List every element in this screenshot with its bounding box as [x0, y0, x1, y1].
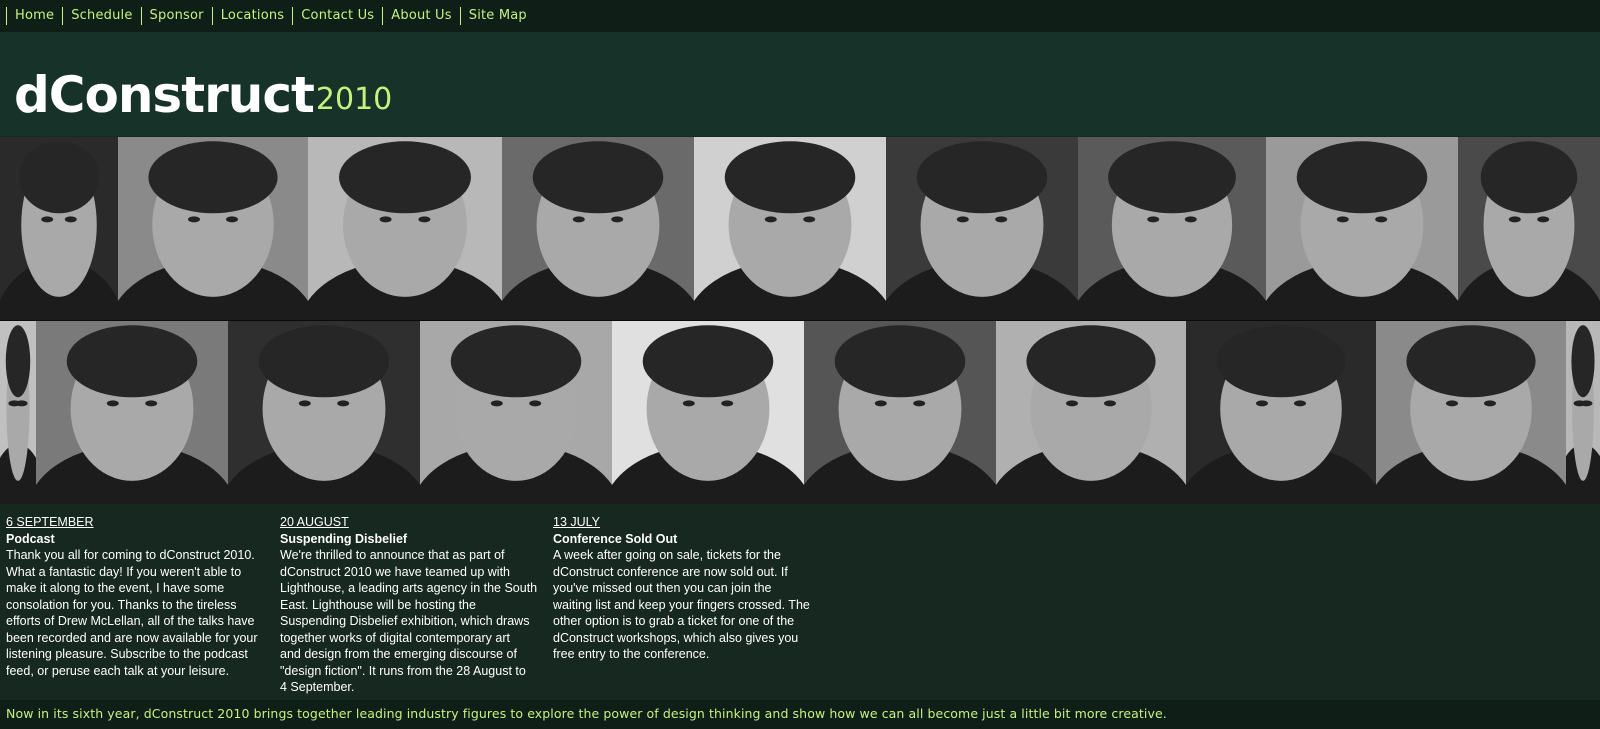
news-body-line: 4 September.: [280, 680, 355, 694]
news-body-line: A week after going on sale, tickets for …: [553, 548, 781, 562]
news-body-line: other option is to grab a ticket for one…: [553, 614, 795, 628]
news-body: Thank you all for coming to dConstruct 2…: [6, 547, 266, 679]
speaker-portrait-photo: [1566, 321, 1600, 504]
portrait-image: [1266, 137, 1458, 320]
news-body-line: Thank you all for coming to dConstruct 2…: [6, 548, 255, 562]
portrait-image: [228, 321, 420, 504]
speaker-portrait-photo: [996, 321, 1186, 504]
news-body-line: Suspending Disbelief exhibition, which d…: [280, 614, 530, 628]
news-body-line: We're thrilled to announce that as part …: [280, 548, 505, 562]
news-date-link[interactable]: 13 JULY: [553, 514, 823, 531]
news-date-link[interactable]: 20 AUGUST: [280, 514, 540, 531]
speaker-portrait-photo: [1266, 137, 1458, 320]
portrait-image: [1376, 321, 1566, 504]
top-navigation: Home Schedule Sponsor Locations Contact …: [0, 0, 1600, 32]
news-body-line: What a fantastic day! If you weren't abl…: [6, 564, 242, 579]
news-body-line: dConstruct workshops, which also gives y…: [553, 630, 799, 645]
speaker-portrait-photo: [886, 137, 1078, 320]
portrait-image: [694, 137, 886, 320]
news-item: 13 JULY Conference Sold Out A week after…: [553, 514, 823, 663]
news-body-line: and design from the emerging discourse o…: [280, 647, 517, 661]
speaker-portrait-photo: [228, 321, 420, 504]
news-body-line: free entry to the conference.: [553, 647, 710, 661]
portrait-image: [1078, 137, 1266, 320]
news-body-line: feed, or peruse each talk at your leisur…: [6, 663, 230, 678]
nav-locations-link[interactable]: Locations: [211, 7, 293, 25]
speaker-portrait-photo: [1078, 137, 1266, 320]
nav-about-us-link[interactable]: About Us: [382, 7, 459, 25]
news-date-link[interactable]: 6 SEPTEMBER: [6, 514, 266, 531]
news-body-line: efforts of Drew McLellan, all of the tal…: [6, 614, 255, 628]
speaker-portrait-photo: [1186, 321, 1376, 504]
speaker-portrait-photo: [1376, 321, 1566, 504]
portrait-image: [1566, 321, 1600, 504]
portrait-image: [612, 321, 804, 504]
speaker-portrait-photo: [502, 137, 694, 320]
speaker-portrait-photo: [118, 137, 308, 320]
site-logo[interactable]: dConstruct 2010: [14, 60, 392, 120]
speaker-portrait-photo: [36, 321, 228, 504]
portrait-image: [36, 321, 228, 504]
news-body-line: together works of digital contemporary a…: [280, 630, 510, 645]
news-body-line: you've missed out then you can join the: [553, 581, 772, 595]
nav-site-map-link[interactable]: Site Map: [459, 7, 535, 25]
speaker-portrait-photo: [1458, 137, 1600, 320]
speaker-photo-strip: [0, 137, 1600, 504]
news-body-line: dConstruct 2010 we have teamed up with: [280, 564, 510, 579]
logo-year: 2010: [315, 82, 393, 117]
news-body-line: East. Lighthouse will be hosting the: [280, 597, 476, 612]
news-body-line: dConstruct conference are now sold out. …: [553, 564, 788, 579]
news-body-line: make it along to the event, I have some: [6, 581, 225, 595]
news-body-line: been recorded and are now available for …: [6, 630, 258, 645]
footer-tagline: Now in its sixth year, dConstruct 2010 b…: [6, 706, 1167, 721]
portrait-image: [1186, 321, 1376, 504]
nav-contact-us-link[interactable]: Contact Us: [292, 7, 382, 25]
portrait-image: [886, 137, 1078, 320]
news-body-line: waiting list and keep your fingers cross…: [553, 597, 810, 612]
portrait-image: [1458, 137, 1600, 320]
news-title: Podcast: [6, 531, 55, 546]
portrait-image: [0, 137, 118, 320]
speaker-portrait-photo: [0, 321, 36, 504]
logo-wordmark: dConstruct: [14, 66, 315, 124]
speaker-portrait-photo: [694, 137, 886, 320]
speaker-portrait-photo: [0, 137, 118, 320]
news-item: 20 AUGUST Suspending Disbelief We're thr…: [280, 514, 540, 696]
speaker-portrait-photo: [804, 321, 996, 504]
portrait-image: [996, 321, 1186, 504]
news-body: A week after going on sale, tickets for …: [553, 547, 823, 663]
portrait-image: [118, 137, 308, 320]
site-footer: Now in its sixth year, dConstruct 2010 b…: [0, 700, 1600, 729]
news-body-line: listening pleasure. Subscribe to the pod…: [6, 647, 248, 661]
portrait-image: [308, 137, 502, 320]
site-header: dConstruct 2010: [0, 32, 1600, 136]
news-body: We're thrilled to announce that as part …: [280, 547, 540, 696]
news-item: 6 SEPTEMBER Podcast Thank you all for co…: [6, 514, 266, 679]
nav-schedule-link[interactable]: Schedule: [62, 7, 140, 25]
speaker-portrait-photo: [612, 321, 804, 504]
news-title: Conference Sold Out: [553, 531, 678, 546]
portrait-image: [0, 321, 36, 504]
news-title: Suspending Disbelief: [280, 531, 408, 546]
portrait-image: [502, 137, 694, 320]
portrait-image: [420, 321, 612, 504]
news-body-line: "design fiction". It runs from the 28 Au…: [280, 663, 526, 678]
news-body-line: consolation for you. Thanks to the tirel…: [6, 597, 237, 612]
news-body-line: Lighthouse, a leading arts agency in the…: [280, 581, 538, 595]
nav-home-link[interactable]: Home: [6, 7, 62, 25]
speaker-portrait-photo: [308, 137, 502, 320]
speaker-portrait-photo: [420, 321, 612, 504]
portrait-image: [804, 321, 996, 504]
nav-sponsor-link[interactable]: Sponsor: [140, 7, 212, 25]
